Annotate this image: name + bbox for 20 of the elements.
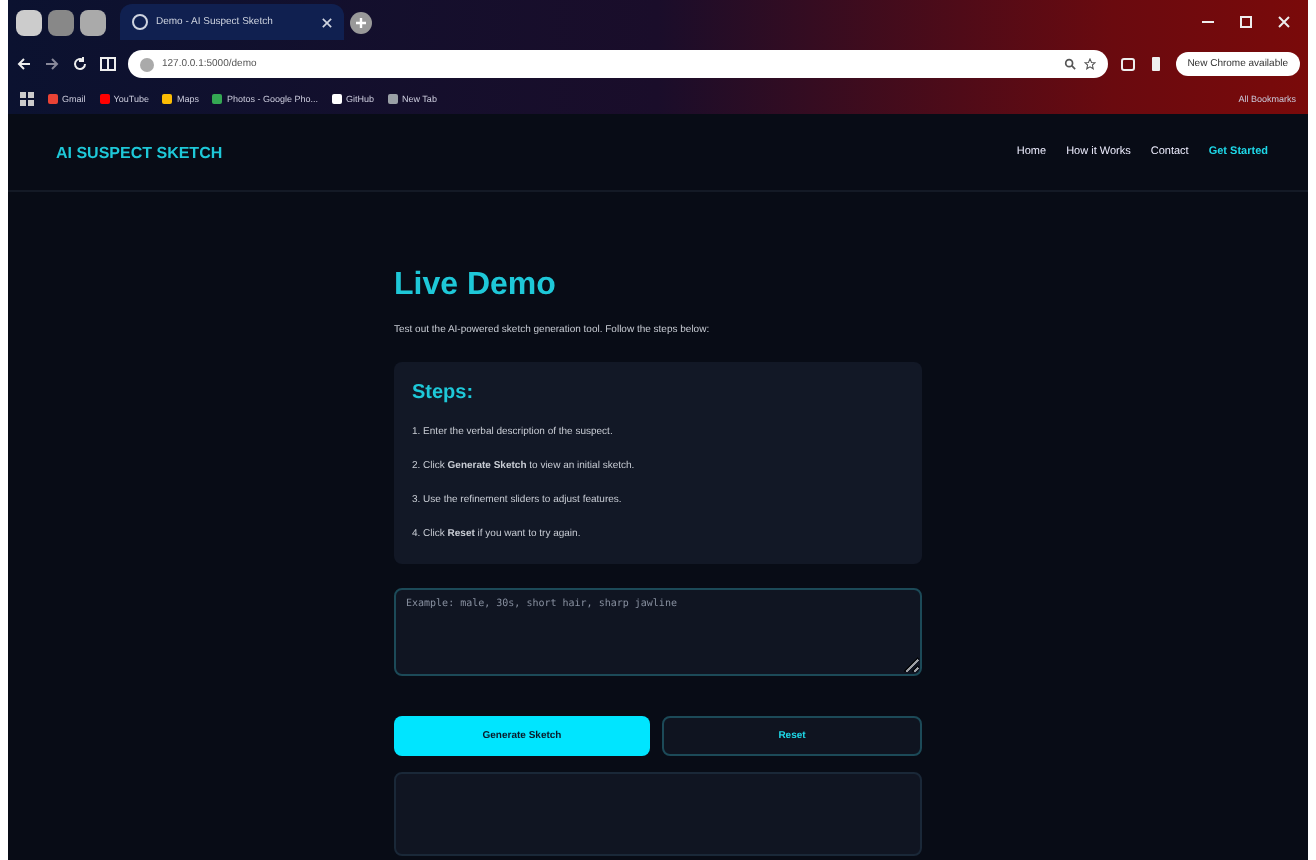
steps-heading: Steps: bbox=[412, 382, 476, 404]
window-button[interactable] bbox=[48, 9, 74, 35]
site-logo[interactable]: AI SUSPECT SKETCH bbox=[56, 143, 223, 161]
close-icon[interactable] bbox=[322, 17, 332, 27]
new-tab-button[interactable] bbox=[350, 11, 372, 33]
maximize-button[interactable] bbox=[1240, 16, 1252, 28]
split-view-icon[interactable] bbox=[100, 56, 116, 72]
window-button[interactable] bbox=[16, 9, 42, 35]
search-icon[interactable] bbox=[1063, 58, 1076, 70]
apps-icon[interactable] bbox=[20, 92, 34, 106]
back-icon[interactable] bbox=[16, 56, 32, 72]
close-button[interactable] bbox=[1278, 16, 1290, 28]
star-icon[interactable] bbox=[1083, 58, 1096, 70]
forward-icon[interactable] bbox=[44, 56, 60, 72]
minimize-button[interactable] bbox=[1202, 16, 1214, 28]
page-title: Live Demo bbox=[394, 268, 558, 304]
globe-icon bbox=[132, 14, 148, 30]
reload-icon[interactable] bbox=[72, 56, 88, 72]
window-button[interactable] bbox=[80, 9, 106, 35]
site-info-icon bbox=[140, 57, 154, 71]
